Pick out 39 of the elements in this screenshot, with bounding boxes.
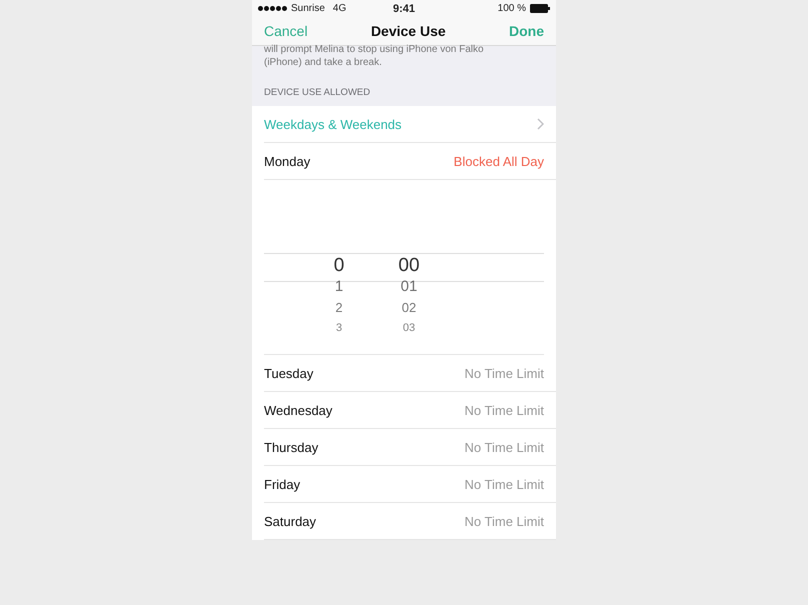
day-label: Wednesday: [264, 402, 332, 418]
hour-wheel[interactable]: 0 1 2 3: [319, 255, 359, 340]
minute-value: 00: [398, 255, 420, 276]
battery-percent: 100 %: [498, 3, 526, 14]
hour-value: 1: [334, 277, 344, 298]
day-label: Tuesday: [264, 366, 314, 381]
day-row[interactable]: Friday No Time Limit: [264, 466, 556, 504]
minute-value: 03: [402, 321, 416, 336]
description-text: will prompt Melina to stop using iPhone von Falko (iPhone) and take a break.: [264, 43, 485, 70]
hour-value: 2: [335, 299, 343, 318]
hour-value: 0: [334, 255, 344, 276]
day-row[interactable]: Monday Blocked All Day: [264, 143, 556, 180]
hour-value: 3: [336, 321, 342, 336]
minute-wheel[interactable]: 00 01 02 03: [389, 255, 429, 340]
signal-icon: [258, 6, 287, 12]
day-row[interactable]: Saturday No Time Limit: [264, 503, 556, 540]
day-limit: No Time Limit: [464, 514, 544, 529]
day-label: Monday: [264, 154, 310, 169]
schedule-label: Weekdays & Weekends: [264, 116, 402, 132]
minute-value: 01: [400, 277, 418, 298]
day-limit: No Time Limit: [464, 402, 544, 418]
network-type: 4G: [332, 3, 346, 14]
day-row[interactable]: Thursday No Time Limit: [264, 429, 556, 466]
day-label: Thursday: [264, 440, 318, 455]
day-limit: No Time Limit: [464, 440, 544, 455]
chevron-icon: [537, 118, 544, 130]
day-label: Saturday: [264, 514, 316, 529]
screen-title: Device Use: [370, 23, 446, 40]
day-limit: No Time Limit: [464, 476, 544, 492]
section-header: DEVICE USE ALLOWED: [264, 87, 372, 98]
day-limit: No Time Limit: [464, 366, 544, 381]
day-row[interactable]: Tuesday No Time Limit: [264, 355, 556, 392]
day-limit: Blocked All Day: [454, 154, 544, 169]
day-label: Friday: [264, 476, 300, 492]
carrier-name: Sunrise: [291, 3, 325, 14]
minute-value: 02: [402, 299, 416, 318]
status-time: 9:41: [392, 2, 416, 15]
day-row[interactable]: Wednesday No Time Limit: [264, 392, 556, 430]
battery-icon: [530, 4, 550, 14]
